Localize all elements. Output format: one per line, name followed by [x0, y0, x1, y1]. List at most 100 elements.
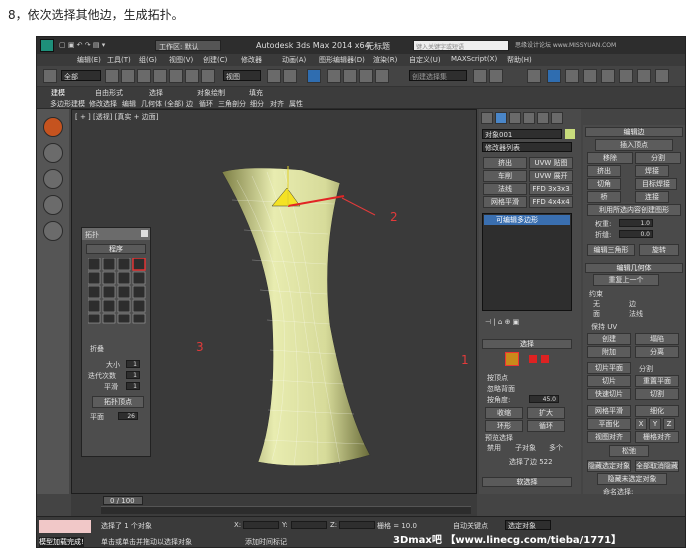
edit-geometry-header[interactable]: 编辑几何体: [585, 263, 683, 273]
extrude-button[interactable]: 挤出: [587, 165, 621, 177]
detach-button[interactable]: 分离: [635, 346, 679, 358]
ribbon-tab-populate[interactable]: 填充: [249, 88, 263, 98]
plane-spinner[interactable]: 26: [118, 412, 138, 420]
menu-group[interactable]: 组(G): [139, 55, 157, 65]
rendered-frame-icon[interactable]: [637, 69, 651, 83]
settings-gear-icon[interactable]: [43, 221, 63, 241]
collapse-button[interactable]: 塌陷: [635, 333, 679, 345]
chamfer-button[interactable]: 切角: [587, 178, 621, 190]
z-button[interactable]: Z: [663, 418, 675, 430]
topology-titlebar[interactable]: 拓扑: [82, 228, 150, 240]
uvw-map-button[interactable]: UVW 贴图: [529, 157, 573, 169]
spinner-snap-icon[interactable]: [375, 69, 389, 83]
object-name-field[interactable]: 对象001: [482, 129, 562, 139]
y-coord-field[interactable]: [291, 521, 327, 529]
app-logo-icon[interactable]: [40, 39, 54, 52]
window-crossing-icon[interactable]: [153, 69, 167, 83]
lathe-button[interactable]: 车削: [483, 170, 527, 182]
program-rollout-header[interactable]: 程序: [86, 244, 146, 254]
time-slider-thumb[interactable]: 0 / 100: [103, 496, 143, 505]
shrink-button[interactable]: 收缩: [485, 407, 523, 419]
snap-icon[interactable]: [327, 69, 341, 83]
undo-icon[interactable]: [43, 69, 57, 83]
cloud-icon[interactable]: [43, 169, 63, 189]
create-button[interactable]: 创建: [587, 333, 631, 345]
keyboard-shortcut-icon[interactable]: [307, 69, 321, 83]
edge-mode-icon[interactable]: [505, 352, 519, 366]
by-vertex-checkbox[interactable]: 按顶点: [487, 373, 508, 383]
remove-button[interactable]: 移除: [587, 152, 633, 164]
create-tab-icon[interactable]: [481, 112, 493, 124]
grow-button[interactable]: 扩大: [527, 407, 565, 419]
reference-coord-select[interactable]: 视图: [223, 70, 261, 81]
loop-button[interactable]: 循环: [527, 420, 565, 432]
grid-align-button[interactable]: 栅格对齐: [635, 431, 679, 443]
download-icon[interactable]: [43, 195, 63, 215]
scale-icon[interactable]: [201, 69, 215, 83]
size-spinner[interactable]: 1: [126, 360, 140, 368]
rect-selection-icon[interactable]: [137, 69, 151, 83]
view-align-button[interactable]: 视图对齐: [587, 431, 631, 443]
vase-body[interactable]: [221, 167, 371, 467]
ribbon-polygon-modeling[interactable]: 多边形建模: [50, 99, 85, 109]
document-icon[interactable]: [43, 143, 63, 163]
ribbon-tris[interactable]: 三角剖分: [218, 99, 246, 109]
render-setup-icon[interactable]: [619, 69, 633, 83]
quickslice-button[interactable]: 快速切片: [587, 388, 631, 400]
graphite-toggle-icon[interactable]: [547, 69, 561, 83]
y-button[interactable]: Y: [649, 418, 661, 430]
meshsmooth-button[interactable]: 网格平滑: [587, 405, 631, 417]
ffd333-button[interactable]: FFD 3x3x3: [529, 183, 573, 195]
constraint-face-radio[interactable]: 面: [593, 309, 600, 319]
modifier-list-select[interactable]: 修改器列表: [482, 142, 572, 152]
insert-vertex-button[interactable]: 插入顶点: [595, 139, 673, 151]
ribbon-tab-object-paint[interactable]: 对象绘制: [197, 88, 225, 98]
align-icon[interactable]: [489, 69, 503, 83]
edit-triangles-button[interactable]: 编辑三角形: [587, 244, 635, 256]
object-color-swatch[interactable]: [565, 129, 575, 139]
z-coord-field[interactable]: [339, 521, 375, 529]
selection-filter-select[interactable]: 全部: [61, 70, 101, 81]
preview-subobject-radio[interactable]: 子对象: [515, 443, 536, 453]
menu-customize[interactable]: 自定义(U): [409, 55, 441, 65]
named-selection-select[interactable]: 创建选择集: [409, 70, 467, 81]
ffd444-button[interactable]: FFD 4x4x4: [529, 196, 573, 208]
attach-button[interactable]: 附加: [587, 346, 631, 358]
meshsmooth-mod-button[interactable]: 网格平滑: [483, 196, 527, 208]
ribbon-edges[interactable]: 边: [186, 99, 193, 109]
connect-button[interactable]: 连接: [635, 191, 669, 203]
stack-tools-icons[interactable]: ⊣ | ⌂ ⊕ ▣: [485, 318, 519, 326]
track-bar[interactable]: [101, 506, 471, 514]
mirror-icon[interactable]: [473, 69, 487, 83]
smooth-spinner[interactable]: 1: [126, 382, 140, 390]
pivot-icon[interactable]: [267, 69, 281, 83]
modify-tab-icon[interactable]: [495, 112, 507, 124]
auto-key-button[interactable]: 自动关键点: [453, 521, 488, 531]
rotate-icon[interactable]: [185, 69, 199, 83]
display-tab-icon[interactable]: [537, 112, 549, 124]
by-angle-checkbox[interactable]: 按角度:: [487, 395, 510, 405]
ribbon-subdivision[interactable]: 细分: [250, 99, 264, 109]
constraint-edge-radio[interactable]: 边: [629, 299, 636, 309]
utilities-tab-icon[interactable]: [551, 112, 563, 124]
cut-button[interactable]: 切割: [635, 388, 679, 400]
menu-graph-editors[interactable]: 图形编辑器(D): [319, 55, 365, 65]
ribbon-loops[interactable]: 循环: [199, 99, 213, 109]
close-icon[interactable]: [141, 230, 148, 237]
menu-rendering[interactable]: 渲染(R): [373, 55, 397, 65]
slice-button[interactable]: 切片: [587, 375, 631, 387]
material-editor-icon[interactable]: [601, 69, 615, 83]
hide-unselected-button[interactable]: 隐藏未选定对象: [597, 473, 667, 485]
unhide-all-button[interactable]: 全部取消隐藏: [635, 460, 679, 472]
preview-multi-radio[interactable]: 多个: [549, 443, 563, 453]
x-coord-field[interactable]: [243, 521, 279, 529]
relax-button[interactable]: 松弛: [609, 445, 649, 457]
menu-edit[interactable]: 编辑(E): [77, 55, 101, 65]
preview-disabled-radio[interactable]: 禁用: [487, 443, 501, 453]
curve-editor-icon[interactable]: [565, 69, 579, 83]
split-button[interactable]: 分割: [635, 152, 681, 164]
polygon-mode-icon[interactable]: [529, 355, 537, 363]
ring-button[interactable]: 环形: [485, 420, 523, 432]
key-filter-select[interactable]: 选定对象: [505, 520, 551, 530]
constraint-none-radio[interactable]: 无: [593, 299, 600, 309]
